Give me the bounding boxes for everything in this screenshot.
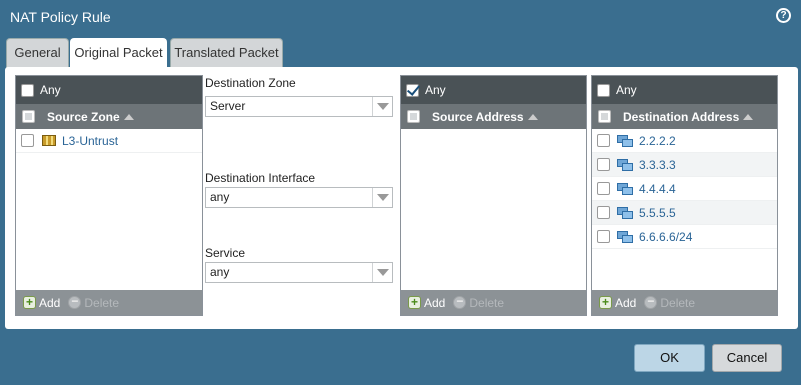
source-zone-footer: + Add − Delete [16,290,202,315]
sort-ascending-icon [743,114,754,120]
delete-label: Delete [84,295,120,310]
destination-zone-value: Server [210,99,246,113]
destination-address-link[interactable]: 6.6.6.6/24 [639,230,692,244]
chevron-down-icon[interactable] [372,263,392,282]
tab-general-label: General [14,45,61,60]
row-checkbox[interactable] [597,158,610,171]
source-address-any-checkbox[interactable] [406,83,419,97]
delete-icon: − [644,295,658,309]
list-item: 5.5.5.5 [592,201,777,225]
zone-icon [42,135,56,146]
add-label: Add [615,295,637,310]
add-icon: + [599,296,612,309]
source-address-delete-button[interactable]: − Delete [445,295,505,310]
destination-address-column-header[interactable]: Destination Address [592,104,777,129]
add-icon: + [408,296,421,309]
destination-interface-value: any [210,190,230,204]
tab-translated-packet-label: Translated Packet [174,45,279,60]
dialog-title: NAT Policy Rule [10,9,111,25]
address-object-icon [617,134,633,147]
source-address-any-bar: Any [401,76,586,104]
source-zone-panel: Any Source Zone L3-Untrust + Add − Delet… [15,75,203,316]
add-label: Add [424,295,446,310]
row-checkbox[interactable] [597,206,610,219]
destination-address-add-button[interactable]: + Add [599,296,636,310]
row-checkbox[interactable] [597,134,610,147]
destination-interface-select[interactable]: any [205,187,393,208]
source-address-add-button[interactable]: + Add [408,296,445,310]
sort-ascending-icon [527,114,538,120]
source-zone-column-header[interactable]: Source Zone [16,104,202,129]
source-zone-select-all-checkbox[interactable] [22,110,35,123]
destination-address-footer: + Add − Delete [592,290,777,315]
sort-ascending-icon [123,114,134,120]
source-address-panel: Any Source Address + Add − Delete [400,75,587,316]
address-object-icon [617,206,633,219]
help-icon[interactable]: ? [776,8,791,23]
source-address-column-header[interactable]: Source Address [401,104,586,129]
delete-label: Delete [660,295,696,310]
destination-address-column-label: Destination Address [623,109,740,124]
source-zone-link[interactable]: L3-Untrust [62,134,118,148]
tab-original-packet-label: Original Packet [74,45,163,60]
cancel-button[interactable]: Cancel [712,344,782,372]
destination-address-link[interactable]: 3.3.3.3 [639,158,676,172]
destination-address-link[interactable]: 4.4.4.4 [639,182,676,196]
source-zone-any-label: Any [40,83,61,97]
destination-address-select-all-checkbox[interactable] [598,110,611,123]
destination-address-any-label: Any [616,83,637,97]
list-item: 6.6.6.6/24 [592,225,777,249]
service-select[interactable]: any [205,262,393,283]
source-address-column-label: Source Address [432,109,524,124]
chevron-down-icon[interactable] [372,188,392,207]
destination-address-link[interactable]: 2.2.2.2 [639,134,676,148]
delete-icon: − [453,295,467,309]
source-zone-any-bar: Any [16,76,202,104]
destination-zone-select[interactable]: Server [205,96,393,117]
ok-button[interactable]: OK [634,344,705,372]
tab-original-packet[interactable]: Original Packet [70,38,167,69]
row-checkbox[interactable] [597,182,610,195]
list-item: 4.4.4.4 [592,177,777,201]
source-zone-column-label: Source Zone [47,109,120,124]
destination-address-any-checkbox[interactable] [597,83,610,97]
source-address-select-all-checkbox[interactable] [407,110,420,123]
source-address-any-label: Any [425,83,446,97]
source-zone-delete-button[interactable]: − Delete [60,295,120,310]
dialog-titlebar: NAT Policy Rule ? [0,0,801,36]
tab-translated-packet[interactable]: Translated Packet [170,38,283,68]
row-checkbox[interactable] [597,230,610,243]
address-object-icon [617,230,633,243]
destination-address-delete-button[interactable]: − Delete [636,295,696,310]
service-label: Service [205,246,246,260]
address-object-icon [617,182,633,195]
chevron-down-icon[interactable] [372,97,392,116]
list-item: 3.3.3.3 [592,153,777,177]
delete-icon: − [68,295,82,309]
destination-interface-label: Destination Interface [205,171,316,185]
add-label: Add [39,295,61,310]
destination-address-panel: Any Destination Address 2.2.2.2 3.3.3.3 … [591,75,778,316]
row-checkbox[interactable] [21,134,34,147]
source-zone-add-button[interactable]: + Add [23,296,60,310]
source-zone-any-checkbox[interactable] [21,83,34,97]
destination-address-link[interactable]: 5.5.5.5 [639,206,676,220]
destination-zone-label: Destination Zone [205,76,296,90]
tab-general[interactable]: General [6,38,69,68]
add-icon: + [23,296,36,309]
list-item: 2.2.2.2 [592,129,777,153]
address-object-icon [617,158,633,171]
service-value: any [210,265,230,279]
destination-address-any-bar: Any [592,76,777,104]
source-address-footer: + Add − Delete [401,290,586,315]
list-item: L3-Untrust [16,129,202,153]
delete-label: Delete [469,295,505,310]
